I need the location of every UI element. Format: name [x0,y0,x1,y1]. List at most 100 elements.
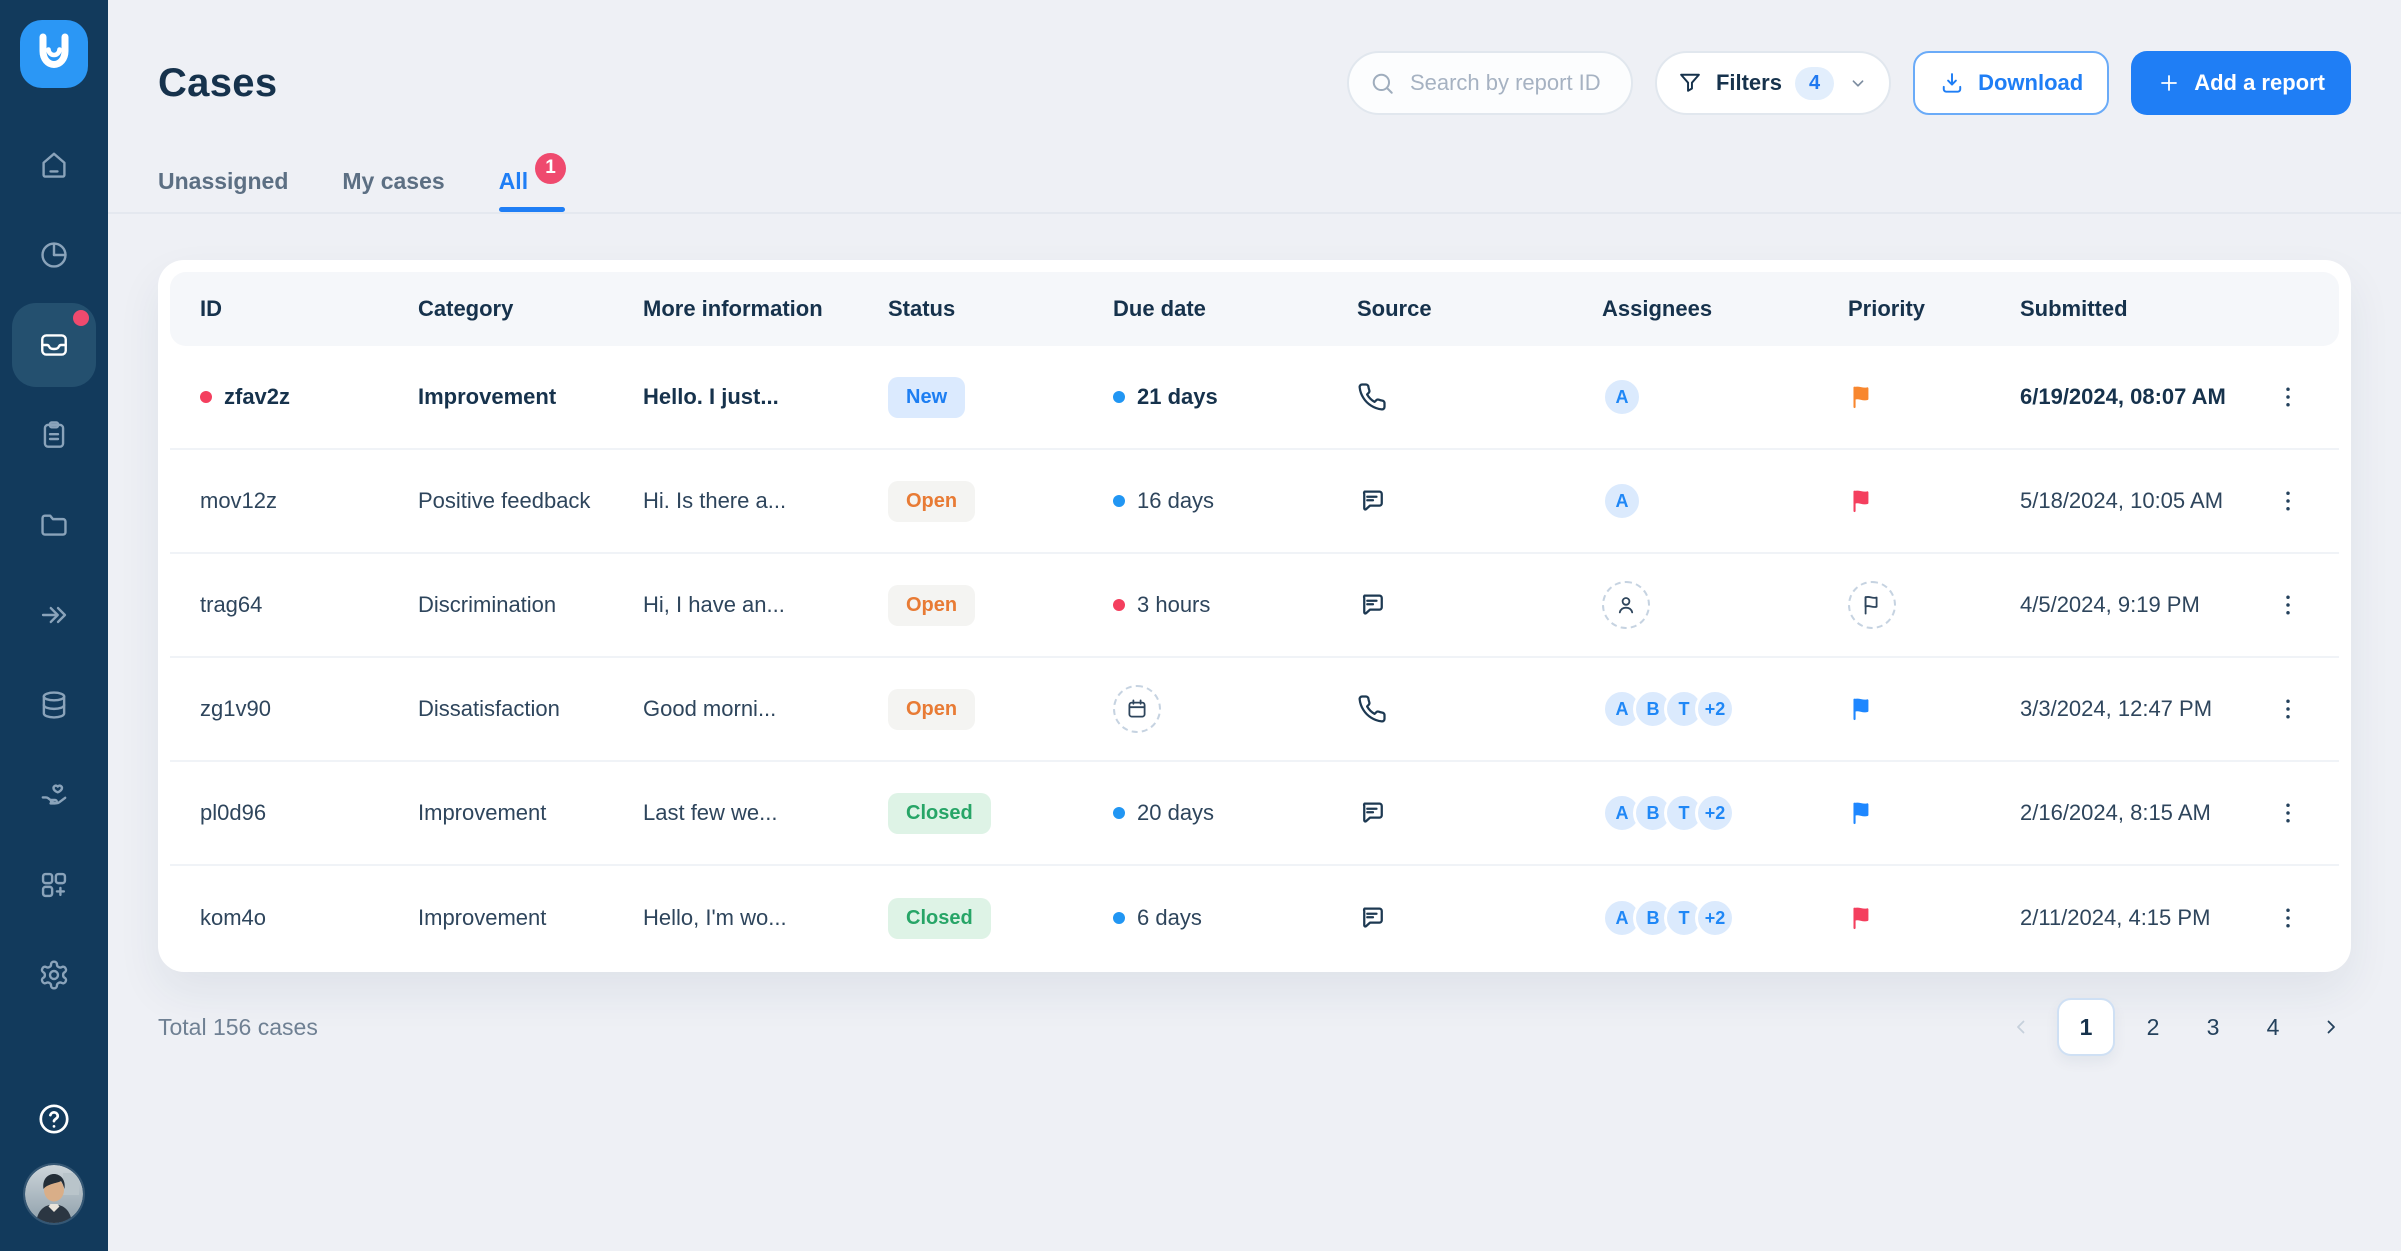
column-header: Source [1357,296,1432,321]
priority-flag-icon [1848,904,2020,932]
case-due-date: 21 days [1113,384,1357,410]
case-status: Closed [888,897,1113,939]
case-due-date: 16 days [1113,488,1357,514]
assignee-chips[interactable]: A B T +2 [1602,898,1848,938]
case-submitted: 5/18/2024, 10:05 AM [2020,488,2224,513]
case-category: Improvement [418,800,547,825]
sidebar [0,0,108,1251]
case-id-text: trag64 [200,592,263,617]
filters-button[interactable]: Filters 4 [1654,51,1892,115]
case-source [1357,590,1602,620]
sidebar-item-care[interactable] [12,750,96,840]
case-row[interactable]: zg1v90 Dissatisfaction Good morni... Ope… [170,658,2339,762]
sidebar-item-data[interactable] [12,660,96,750]
case-row[interactable]: pl0d96 Improvement Last few we... Closed… [170,762,2339,866]
case-id-text: zfav2z [224,384,291,409]
sidebar-item-reports[interactable] [12,390,96,480]
pagination-page-1[interactable]: 1 [2057,998,2115,1056]
sidebar-item-files[interactable] [12,480,96,570]
pagination-page-2[interactable]: 2 [2131,999,2175,1055]
hand-heart-icon [38,779,70,811]
case-assignees: A [1602,481,1848,521]
assignee-placeholder[interactable] [1602,581,1650,629]
due-dot [1113,391,1125,403]
pagination-page-4[interactable]: 4 [2251,999,2295,1055]
clipboard-icon [38,419,70,451]
case-id: mov12z [200,488,418,514]
add-report-button[interactable]: Add a report [2131,51,2351,115]
user-avatar[interactable] [25,1165,83,1223]
assignee-chips[interactable]: A B T +2 [1602,793,1848,833]
case-submitted: 6/19/2024, 08:07 AM [2020,384,2226,409]
tab-unassigned[interactable]: Unassigned [158,150,288,212]
row-menu-button[interactable] [2267,897,2309,939]
case-row[interactable]: mov12z Positive feedback Hi. Is there a.… [170,450,2339,554]
funnel-icon [1677,70,1703,96]
assignee-chips[interactable]: A [1602,377,1848,417]
case-id: trag64 [200,592,418,618]
tab-all[interactable]: All 1 [498,150,567,212]
case-priority [1848,695,2020,723]
topbar: Cases Filters 4 Download Add a report [158,50,2351,116]
help-button[interactable] [36,1101,72,1137]
chat-icon [1357,903,1602,933]
case-id: pl0d96 [200,800,418,826]
sidebar-bottom [25,1101,83,1223]
search-input[interactable] [1407,69,1608,97]
due-text: 16 days [1137,488,1215,513]
case-source [1357,694,1602,724]
chat-icon [1357,590,1602,620]
case-due-date: 6 days [1113,905,1357,931]
row-menu-button[interactable] [2267,792,2309,834]
pagination-next-button[interactable] [2311,999,2351,1055]
chat-icon [1357,486,1602,516]
row-menu-button[interactable] [2267,584,2309,626]
due-date-placeholder[interactable] [1113,685,1161,733]
sidebar-item-home[interactable] [12,120,96,210]
table-header-row: ID Category More information Status Due date… [170,272,2339,346]
case-category: Improvement [418,905,547,930]
case-row[interactable]: zfav2z Improvement Hello. I just... New … [170,346,2339,450]
sidebar-item-analytics[interactable] [12,210,96,300]
due-text: 20 days [1137,800,1215,825]
case-priority [1848,581,2020,629]
pagination-page-3[interactable]: 3 [2191,999,2235,1055]
row-menu-button[interactable] [2267,688,2309,730]
case-assignees: A B T +2 [1602,898,1848,938]
page-title: Cases [158,60,278,105]
priority-placeholder[interactable] [1848,581,1896,629]
case-category: Discrimination [418,592,557,617]
assignee-chips[interactable]: A [1602,481,1848,521]
column-header: Priority [1848,296,1926,321]
add-report-label: Add a report [2194,70,2325,95]
case-category: Improvement [418,384,557,409]
case-submitted: 2/11/2024, 4:15 PM [2020,905,2211,930]
due-dot [1113,495,1125,507]
sidebar-item-inbox[interactable] [12,303,96,387]
case-more-information: Last few we... [643,800,778,825]
assignee-chips[interactable]: A B T +2 [1602,689,1848,729]
case-category: Dissatisfaction [418,696,560,721]
case-assignees [1602,581,1848,629]
download-button[interactable]: Download [1913,51,2110,115]
case-id: kom4o [200,905,418,931]
case-priority [1848,904,2020,932]
help-icon [36,1101,72,1137]
sidebar-item-settings[interactable] [12,930,96,1020]
sidebar-nav [12,120,96,1020]
assignee-chip: A [1602,481,1642,521]
assignee-chip: +2 [1695,689,1735,729]
row-menu-button[interactable] [2267,480,2309,522]
tab-my-cases[interactable]: My cases [342,150,444,212]
sidebar-item-collapse[interactable] [12,570,96,660]
case-id: zfav2z [200,384,418,410]
case-id-text: kom4o [200,905,267,930]
sidebar-item-apps[interactable] [12,840,96,930]
case-row[interactable]: trag64 Discrimination Hi, I have an... O… [170,554,2339,658]
search-box[interactable] [1346,51,1633,115]
pagination-prev-button[interactable] [2001,999,2041,1055]
case-row[interactable]: kom4o Improvement Hello, I'm wo... Close… [170,866,2339,970]
row-menu-button[interactable] [2267,376,2309,418]
status-badge: Closed [888,792,991,834]
app-logo[interactable] [20,20,88,88]
